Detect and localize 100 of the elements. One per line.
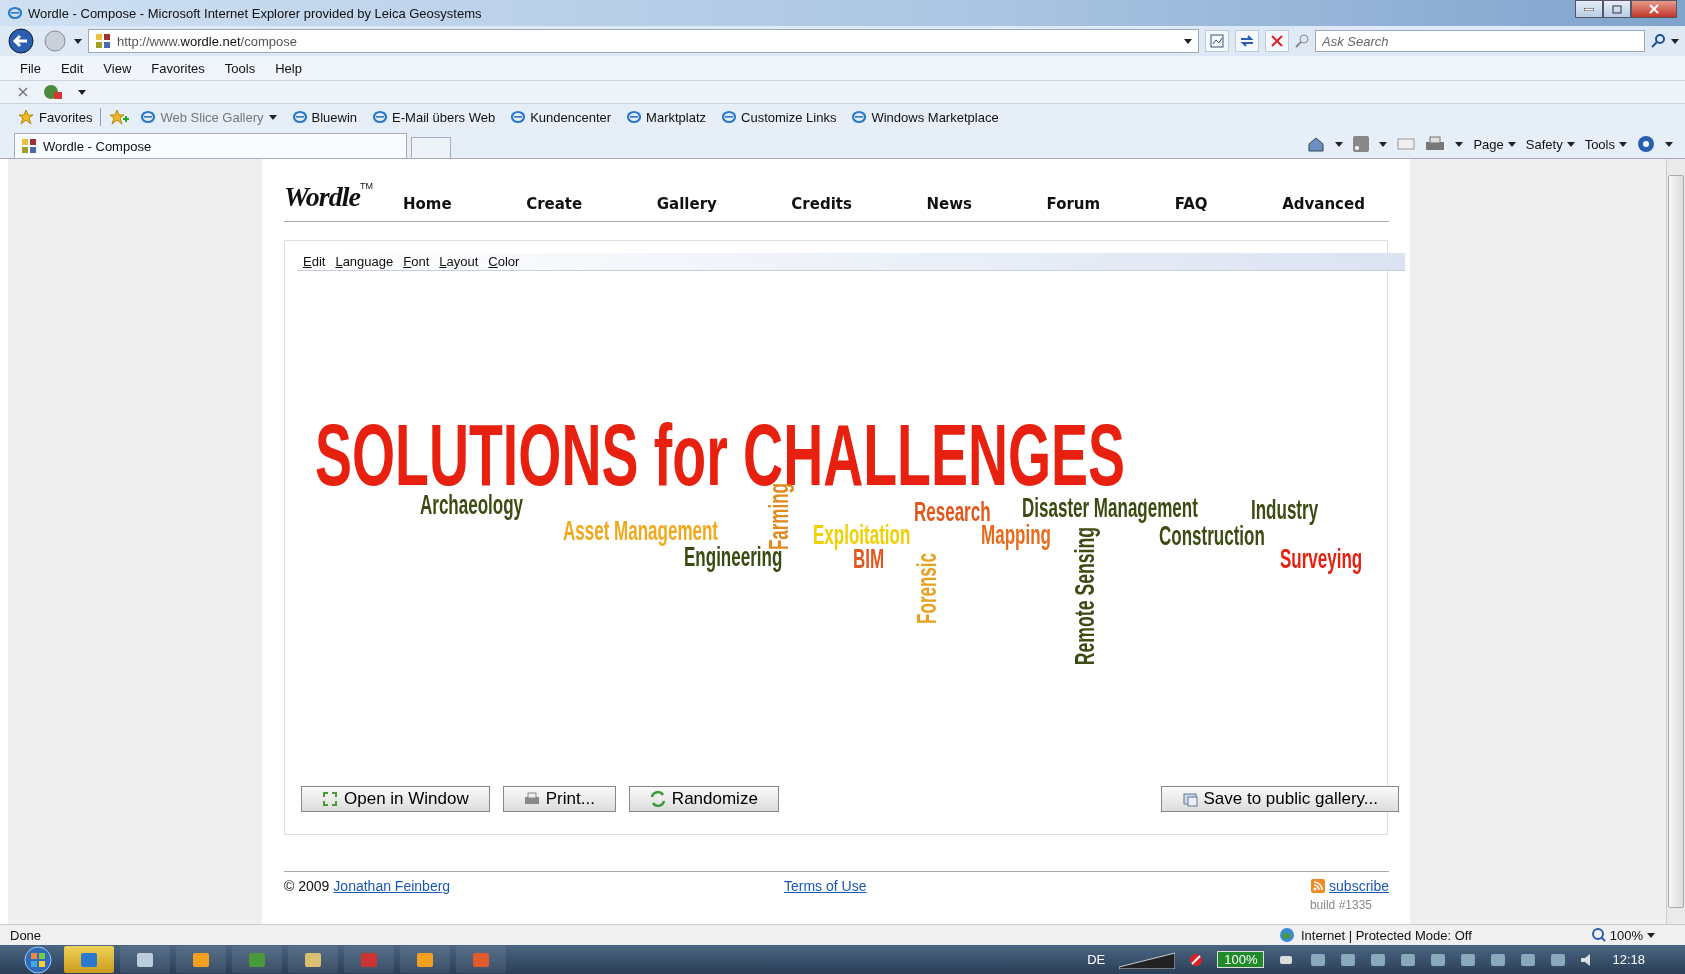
- close-icon[interactable]: [18, 87, 28, 97]
- search-icon[interactable]: [1651, 34, 1665, 48]
- editor-menu-item[interactable]: Layout: [439, 254, 479, 269]
- menu-item[interactable]: Tools: [216, 58, 264, 78]
- help-icon[interactable]: [1637, 135, 1655, 153]
- close-button[interactable]: [1631, 0, 1677, 18]
- taskbar-app-icon[interactable]: [288, 946, 338, 973]
- signal-icon[interactable]: [1119, 950, 1176, 969]
- refresh-icon: [1239, 35, 1255, 47]
- menu-item[interactable]: Help: [267, 58, 310, 78]
- status-text: Done: [10, 927, 42, 943]
- zoom-control[interactable]: 100%: [1591, 927, 1655, 943]
- editor-menu-item[interactable]: Color: [488, 254, 520, 269]
- battery-indicator[interactable]: 100%: [1217, 951, 1265, 968]
- refresh-button[interactable]: [1235, 30, 1259, 52]
- tray-icon[interactable]: [1400, 951, 1417, 968]
- editor-menu-item[interactable]: Font: [403, 254, 430, 269]
- new-tab-button[interactable]: [411, 137, 451, 158]
- site-logo[interactable]: Wordle: [284, 181, 360, 213]
- search-field[interactable]: Ask Search: [1315, 30, 1645, 52]
- site-nav-link[interactable]: Gallery: [656, 195, 717, 213]
- taskbar-app-icon[interactable]: [232, 946, 282, 973]
- caret-icon: [1507, 141, 1516, 147]
- site-nav-link[interactable]: News: [926, 195, 972, 213]
- add-favorite-icon[interactable]: [109, 109, 130, 125]
- page-icon: [511, 110, 526, 124]
- taskbar-app-icon[interactable]: [400, 946, 450, 973]
- back-button[interactable]: [6, 28, 36, 54]
- caret-icon: [1671, 38, 1679, 44]
- action-button[interactable]: Randomize: [628, 786, 779, 812]
- site-nav-link[interactable]: Home: [402, 195, 452, 213]
- minimize-button[interactable]: [1575, 0, 1603, 18]
- command-menu[interactable]: Page: [1473, 136, 1516, 152]
- favorites-button[interactable]: Favorites: [18, 109, 93, 125]
- tray-icon[interactable]: [1460, 951, 1477, 968]
- caret-icon: [74, 38, 82, 44]
- maximize-button[interactable]: [1603, 0, 1631, 18]
- favorites-link[interactable]: Customize Links: [718, 108, 841, 126]
- tray-icon[interactable]: [1490, 951, 1507, 968]
- address-field[interactable]: http://www.wordle.net/compose: [88, 29, 1199, 53]
- caret-icon: [78, 89, 86, 95]
- language-indicator[interactable]: DE: [1087, 952, 1106, 967]
- forward-button[interactable]: [42, 29, 68, 53]
- trademark-mark: TM: [359, 181, 373, 191]
- globe-icon[interactable]: [42, 84, 64, 100]
- scrollbar[interactable]: [1666, 159, 1685, 924]
- site-nav-link[interactable]: Credits: [791, 195, 852, 213]
- author-link[interactable]: Jonathan Feinberg: [333, 878, 451, 894]
- browser-icon: [8, 6, 22, 20]
- tray-icon[interactable]: [1340, 951, 1357, 968]
- favorites-link[interactable]: Web Slice Gallery: [137, 108, 281, 126]
- tray-icon[interactable]: [1370, 951, 1387, 968]
- browser-tab[interactable]: Wordle - Compose: [14, 133, 407, 158]
- maximize-icon: [1612, 4, 1622, 14]
- taskbar-app-icon[interactable]: [120, 946, 170, 973]
- subscribe-link[interactable]: subscribe: [1329, 878, 1389, 894]
- tray-icon[interactable]: [1520, 951, 1537, 968]
- caret-icon: [1566, 141, 1575, 147]
- site-nav-link[interactable]: FAQ: [1174, 195, 1208, 213]
- action-button[interactable]: Save to public gallery...: [1160, 786, 1399, 812]
- taskbar-app-icon[interactable]: [64, 946, 114, 973]
- no-connection-icon[interactable]: [1189, 952, 1204, 967]
- page-icon: [1210, 34, 1224, 48]
- editor-menu-item[interactable]: Language: [335, 254, 394, 269]
- caret-icon: [1647, 932, 1655, 938]
- favorites-link[interactable]: Bluewin: [288, 108, 362, 126]
- tray-icon[interactable]: [1550, 951, 1567, 968]
- command-menu[interactable]: Tools: [1584, 136, 1627, 152]
- cloud-word: Forensic: [917, 553, 939, 624]
- compatibility-button[interactable]: [1205, 30, 1229, 52]
- taskbar-app-icon[interactable]: [456, 946, 506, 973]
- menu-item[interactable]: View: [95, 58, 140, 78]
- action-button[interactable]: Open in Window: [301, 786, 490, 812]
- site-icon: [21, 138, 37, 154]
- tray-icon[interactable]: [1430, 951, 1447, 968]
- menu-item[interactable]: Edit: [52, 58, 92, 78]
- favorites-link[interactable]: Marktplatz: [623, 108, 711, 126]
- tray-icon[interactable]: [1310, 951, 1327, 968]
- favorites-link[interactable]: Kundencenter: [507, 108, 616, 126]
- action-button[interactable]: Print...: [502, 786, 616, 812]
- command-menu[interactable]: Safety: [1525, 136, 1575, 152]
- printer-icon: [523, 791, 540, 807]
- close-icon: [1649, 4, 1659, 14]
- menu-item[interactable]: File: [12, 58, 49, 78]
- favorites-link[interactable]: Windows Marketplace: [848, 108, 1003, 126]
- cloud-word: Research: [914, 502, 991, 524]
- security-zone[interactable]: Internet | Protected Mode: Off: [1278, 927, 1472, 943]
- terms-link[interactable]: Terms of Use: [784, 878, 867, 894]
- printer-icon[interactable]: [1425, 136, 1446, 152]
- menu-item[interactable]: Favorites: [143, 58, 213, 78]
- stop-button[interactable]: [1265, 30, 1289, 52]
- site-nav-link[interactable]: Forum: [1046, 195, 1101, 213]
- home-icon[interactable]: [1307, 136, 1326, 152]
- site-nav-link[interactable]: Advanced: [1282, 195, 1365, 213]
- star-icon: [18, 109, 34, 125]
- taskbar-app-icon[interactable]: [176, 946, 226, 973]
- favorites-link[interactable]: E-Mail übers Web: [369, 108, 500, 126]
- editor-menu-item[interactable]: Edit: [303, 254, 326, 269]
- site-nav-link[interactable]: Create: [526, 195, 583, 213]
- copyright-text: © 2009: [284, 878, 330, 894]
